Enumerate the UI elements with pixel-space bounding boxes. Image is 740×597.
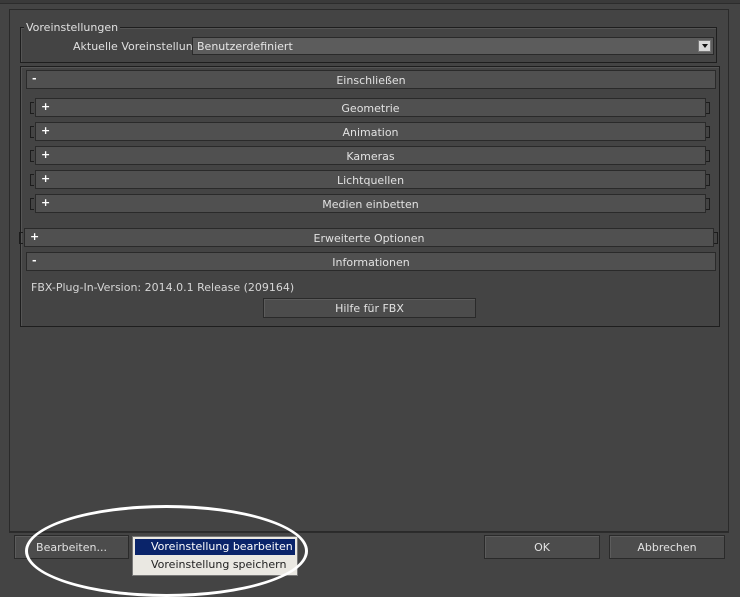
bracket-left <box>19 232 23 244</box>
bracket-left <box>30 126 34 138</box>
rollout-include-title: Einschließen <box>336 74 406 87</box>
rollout-advanced-options[interactable]: + Erweiterte Optionen <box>24 228 714 247</box>
window-top-edge <box>0 0 740 4</box>
current-preset-value: Benutzerdefiniert <box>197 40 293 53</box>
bracket-left <box>30 198 34 210</box>
chevron-down-icon[interactable] <box>698 40 711 52</box>
ok-button[interactable]: OK <box>484 535 600 559</box>
rollout-embed-media-title: Medien einbetten <box>322 198 419 211</box>
highlight-ellipse <box>25 505 308 597</box>
rollout-information-title: Informationen <box>332 256 410 269</box>
fbx-help-button[interactable]: Hilfe für FBX <box>263 298 476 318</box>
rollout-lights-title: Lichtquellen <box>336 174 405 187</box>
rollout-cameras[interactable]: + Kameras <box>35 146 706 165</box>
rollout-animation-title: Animation <box>342 126 399 139</box>
rollout-cameras-title: Kameras <box>346 150 395 163</box>
current-preset-label: Aktuelle Voreinstellung: <box>73 40 204 53</box>
rollout-include[interactable]: - Einschließen <box>26 70 716 89</box>
plugin-version-text: FBX-Plug-In-Version: 2014.0.1 Release (2… <box>31 281 295 294</box>
cancel-button[interactable]: Abbrechen <box>609 535 725 559</box>
rollout-lights[interactable]: + Lichtquellen <box>35 170 706 189</box>
rollout-geometry[interactable]: + Geometrie <box>35 98 706 117</box>
rollout-advanced-options-title: Erweiterte Optionen <box>313 232 425 245</box>
presets-group-title: Voreinstellungen <box>24 21 121 34</box>
rollout-animation[interactable]: + Animation <box>35 122 706 141</box>
current-preset-dropdown[interactable]: Benutzerdefiniert <box>192 37 714 55</box>
bracket-left <box>30 174 34 186</box>
rollout-information[interactable]: - Informationen <box>26 252 716 271</box>
rollout-embed-media[interactable]: + Medien einbetten <box>35 194 706 213</box>
bracket-right <box>714 232 718 244</box>
bracket-right <box>706 150 710 162</box>
bracket-right <box>706 126 710 138</box>
rollout-geometry-title: Geometrie <box>341 102 400 115</box>
bracket-left <box>30 150 34 162</box>
bracket-right <box>706 102 710 114</box>
bracket-right <box>706 198 710 210</box>
bracket-left <box>30 102 34 114</box>
bracket-right <box>706 174 710 186</box>
